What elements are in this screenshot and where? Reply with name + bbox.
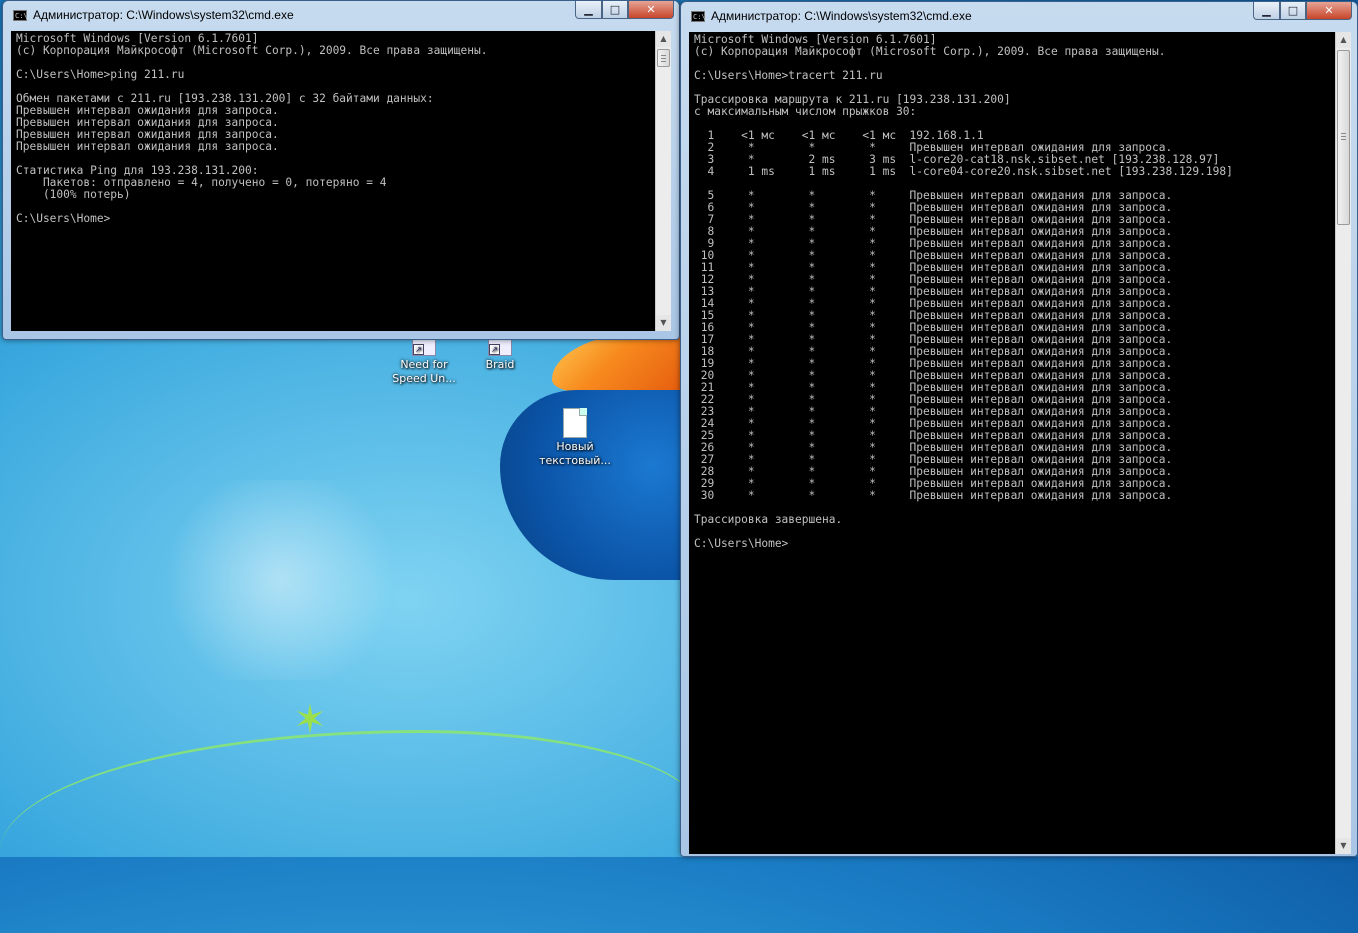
text-file-icon xyxy=(562,408,588,438)
console-output[interactable]: Microsoft Windows [Version 6.1.7601] (c)… xyxy=(689,32,1351,854)
wallpaper-curve xyxy=(0,730,700,933)
desktop-icon-label: Speed Un... xyxy=(392,372,456,385)
wallpaper-plant-icon: ✶ xyxy=(293,697,327,743)
desktop-icon-new-text-file[interactable]: Новый текстовый... xyxy=(535,408,615,468)
window-controls: ▁ □ ✕ xyxy=(575,1,674,19)
maximize-button[interactable]: □ xyxy=(602,1,628,19)
desktop-icon-need-for-speed[interactable]: ↗ Need for Speed Un... xyxy=(384,334,464,386)
desktop-icon-label: Braid xyxy=(485,358,515,371)
scrollbar-thumb[interactable] xyxy=(657,49,670,67)
window-title: Администратор: C:\Windows\system32\cmd.e… xyxy=(711,9,972,23)
vertical-scrollbar[interactable]: ▲ ▼ xyxy=(655,31,671,331)
minimize-button[interactable]: ▁ xyxy=(575,1,602,19)
close-button[interactable]: ✕ xyxy=(1306,2,1352,20)
wallpaper-glow xyxy=(150,480,410,680)
console-text: Microsoft Windows [Version 6.1.7601] (c)… xyxy=(694,33,1233,550)
desktop-icon-label: Need for xyxy=(400,358,448,371)
scroll-down-button[interactable]: ▼ xyxy=(1336,838,1351,854)
desktop-icon-label: текстовый... xyxy=(539,454,611,467)
cmd-window-tracert[interactable]: C:\ Администратор: C:\Windows\system32\c… xyxy=(680,1,1358,857)
window-title: Администратор: C:\Windows\system32\cmd.e… xyxy=(33,8,294,22)
scroll-up-button[interactable]: ▲ xyxy=(656,31,671,47)
vertical-scrollbar[interactable]: ▲ ▼ xyxy=(1335,32,1351,854)
maximize-button[interactable]: □ xyxy=(1280,2,1306,20)
cmd-window-ping[interactable]: C:\ Администратор: C:\Windows\system32\c… xyxy=(2,0,680,340)
close-button[interactable]: ✕ xyxy=(628,1,674,19)
console-output[interactable]: Microsoft Windows [Version 6.1.7601] (c)… xyxy=(11,31,671,331)
desktop-icon-label: Новый xyxy=(556,440,594,453)
scroll-up-button[interactable]: ▲ xyxy=(1336,32,1351,48)
scrollbar-thumb[interactable] xyxy=(1337,50,1350,225)
scroll-down-button[interactable]: ▼ xyxy=(656,315,671,331)
cmd-icon: C:\ xyxy=(13,9,28,21)
console-text: Microsoft Windows [Version 6.1.7601] (c)… xyxy=(16,32,488,225)
window-controls: ▁ □ ✕ xyxy=(1253,2,1352,20)
minimize-button[interactable]: ▁ xyxy=(1253,2,1280,20)
cmd-icon: C:\ xyxy=(691,10,706,22)
